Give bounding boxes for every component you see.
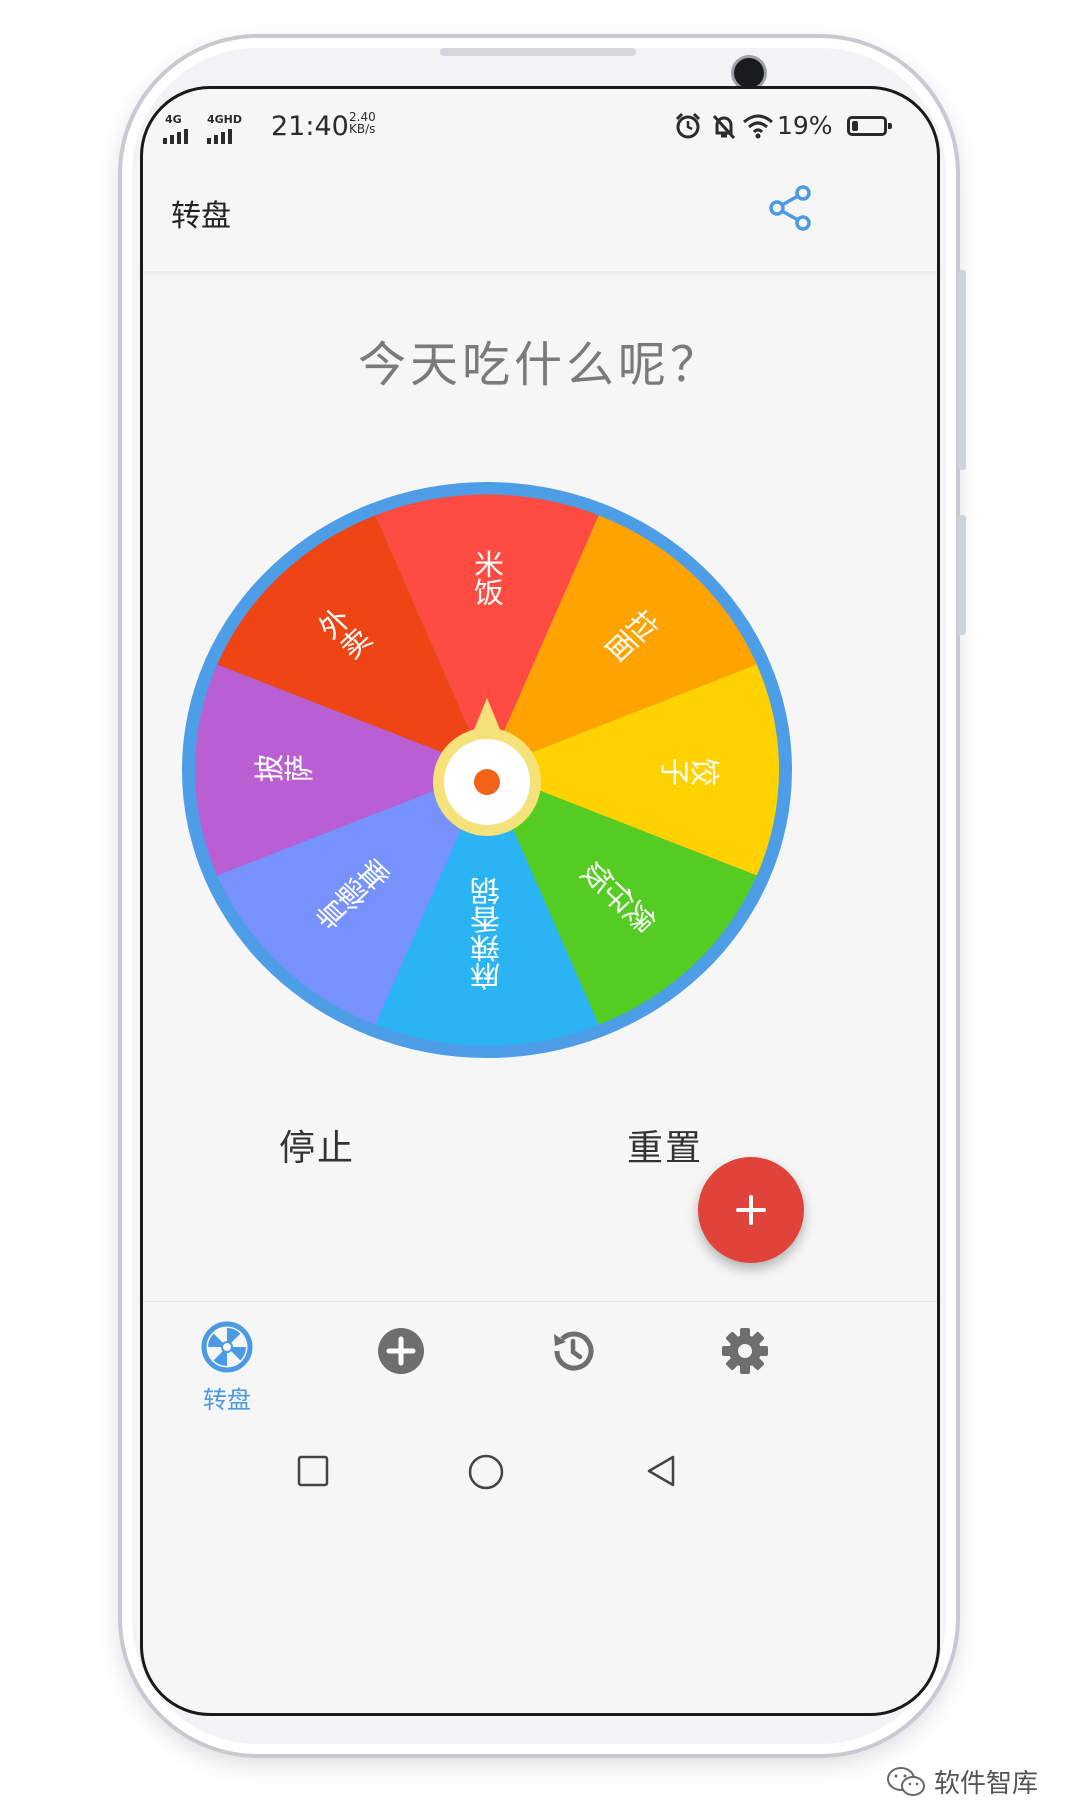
plus-icon	[736, 1195, 766, 1225]
app-bar: 转盘	[143, 161, 937, 271]
nav-item-wheel[interactable]: 转盘	[187, 1320, 267, 1415]
status-time: 21:40	[271, 111, 349, 142]
network-type-2: 4GHD	[207, 113, 243, 126]
phone-speaker	[440, 48, 636, 56]
reset-button[interactable]: 重置	[627, 1119, 703, 1171]
nav-item-history[interactable]	[533, 1326, 613, 1380]
signal-bars-2	[207, 129, 232, 144]
system-nav-bar	[143, 1413, 937, 1533]
gear-icon	[722, 1328, 768, 1374]
wechat-icon	[887, 1766, 925, 1796]
screen: 4G 4GHD 21:40 2.40 KB/s 19% 转盘 今天吃什么呢？ 米…	[140, 86, 940, 1716]
recent-apps-icon[interactable]	[295, 1453, 331, 1489]
question-heading: 今天吃什么呢？	[357, 337, 722, 393]
nav-label-wheel: 转盘	[203, 1386, 251, 1414]
home-icon[interactable]	[467, 1453, 505, 1491]
phone-side-button	[958, 270, 966, 470]
alarm-icon	[675, 112, 701, 139]
wheel-segment-label: 米饭	[470, 549, 505, 606]
app-title: 转盘	[171, 199, 231, 234]
add-fab-button[interactable]	[698, 1157, 804, 1263]
network-speed-unit: KB/s	[349, 122, 376, 136]
wheel-center-dot	[474, 769, 500, 795]
spin-wheel[interactable]: 米饭拉面饺子煲仔饭麻辣香锅肯德基披萨外卖	[180, 480, 794, 1060]
add-circle-icon	[378, 1328, 424, 1374]
signal-bars-1	[163, 129, 188, 144]
nav-item-settings[interactable]	[705, 1326, 785, 1380]
wifi-icon	[743, 114, 773, 139]
wheel-segment-label: 披萨	[253, 753, 313, 786]
history-icon	[554, 1331, 594, 1371]
share-icon[interactable]	[765, 183, 815, 233]
watermark: 软件智库	[886, 1763, 1038, 1800]
wheel-segment-label: 麻辣香锅	[470, 877, 505, 991]
phone-camera	[734, 58, 764, 88]
battery-percent: 19%	[777, 111, 833, 140]
phone-side-button-2	[958, 515, 966, 635]
wheel-icon	[201, 1321, 253, 1373]
status-bar: 4G 4GHD 21:40 2.40 KB/s 19%	[143, 89, 937, 161]
watermark-text: 软件智库	[934, 1769, 1039, 1799]
network-speed: 2.40 KB/s	[349, 111, 376, 135]
wheel-segment-label: 饺子	[661, 753, 721, 786]
mute-icon	[712, 114, 736, 140]
nav-item-add[interactable]	[361, 1326, 441, 1380]
network-type-1: 4G	[165, 113, 182, 126]
battery-icon	[847, 116, 892, 136]
back-icon[interactable]	[643, 1453, 679, 1489]
stop-button[interactable]: 停止	[279, 1119, 355, 1171]
bottom-nav: 转盘	[143, 1301, 937, 1415]
